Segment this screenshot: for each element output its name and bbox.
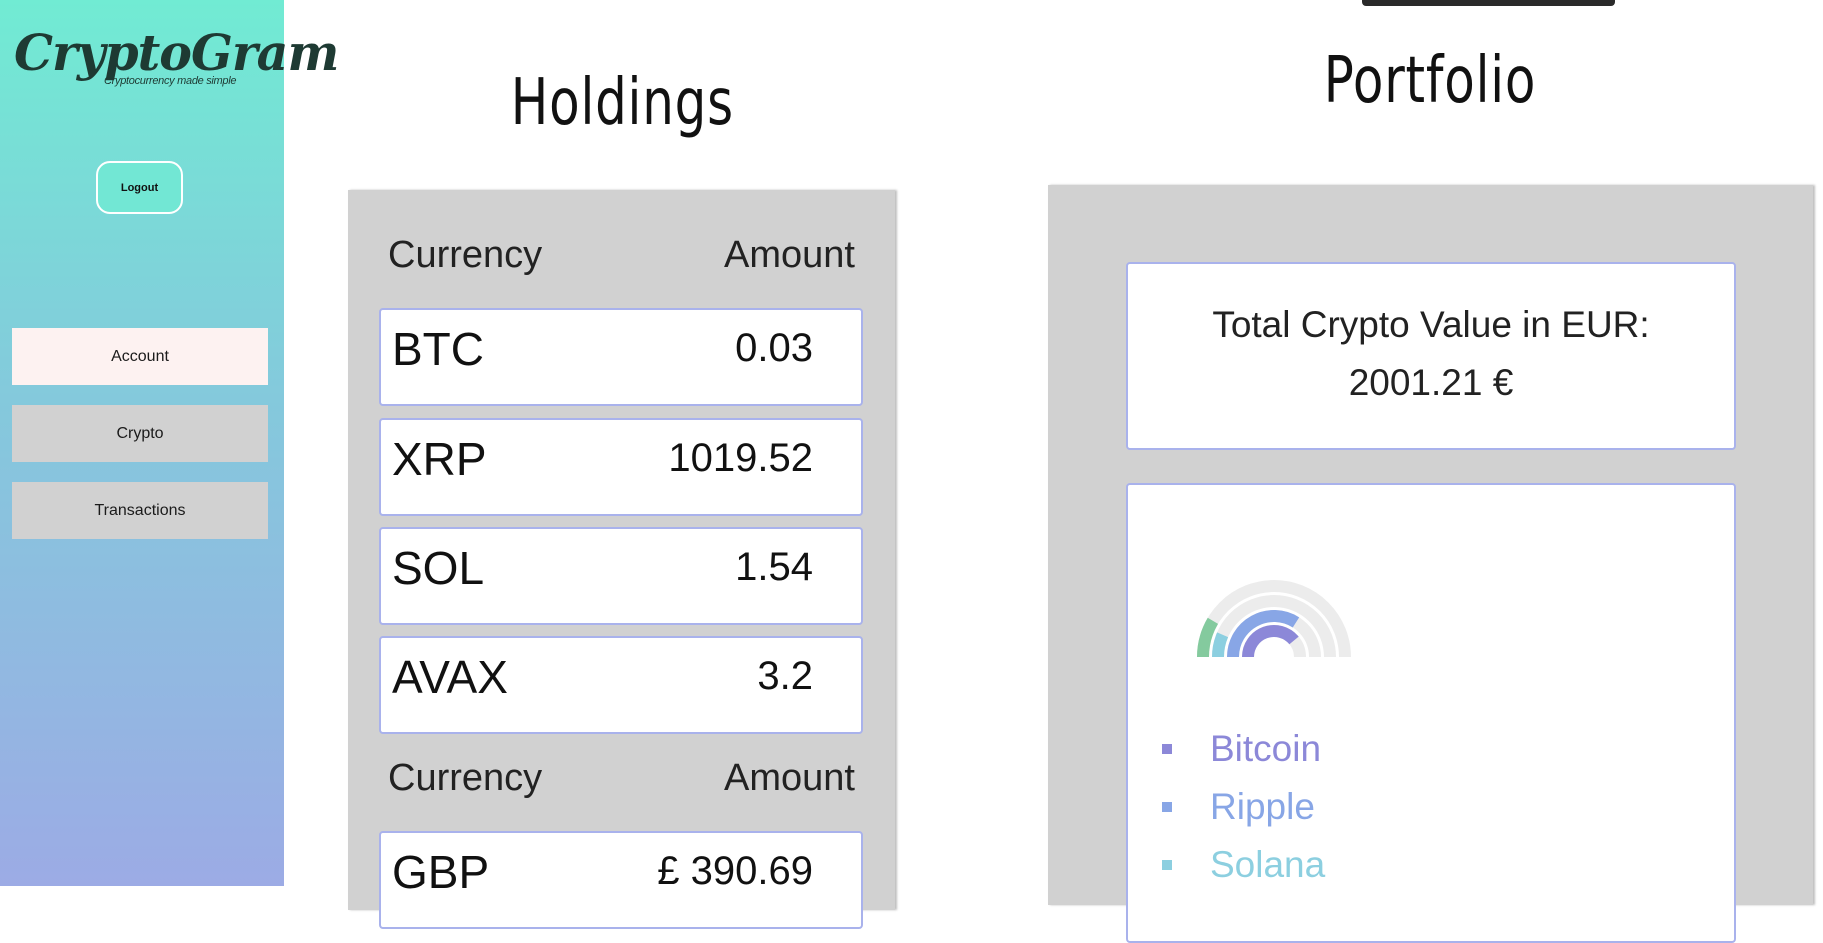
crypto-table-header: Currency Amount (348, 234, 895, 284)
portfolio-radial-chart[interactable] (1164, 545, 1384, 665)
column-header-amount: Amount (724, 757, 855, 799)
portfolio-chart-card: Bitcoin Ripple Solana (1126, 483, 1736, 943)
holding-amount: 1019.52 (668, 436, 813, 480)
column-header-amount: Amount (724, 234, 855, 276)
holding-amount: 1.54 (735, 545, 813, 589)
legend-item-bitcoin[interactable]: Bitcoin (1162, 720, 1325, 778)
fiat-table-header: Currency Amount (348, 757, 895, 807)
legend-label: Solana (1210, 844, 1326, 885)
legend-item-ripple[interactable]: Ripple (1162, 778, 1325, 836)
legend-marker-icon (1162, 744, 1172, 754)
logout-button[interactable]: Logout (96, 161, 183, 214)
legend-label: Ripple (1210, 786, 1315, 827)
holding-symbol: AVAX (392, 651, 508, 703)
portfolio-panel: Total Crypto Value in EUR: 2001.21 € Bit… (1048, 185, 1813, 943)
ring-arc-bitcoin[interactable] (1242, 625, 1299, 658)
holding-symbol: SOL (392, 542, 485, 594)
legend-marker-icon (1162, 860, 1172, 870)
holdings-title: Holdings (510, 66, 734, 140)
legend-marker-icon (1162, 802, 1172, 812)
sidebar-item-label: Crypto (116, 424, 164, 442)
holding-amount: 3.2 (757, 654, 813, 698)
ring-arc-avalanche[interactable] (1197, 617, 1219, 658)
sidebar-item-crypto[interactable]: Crypto (12, 405, 268, 462)
ring-arc-solana[interactable] (1212, 632, 1229, 658)
total-value-label: Total Crypto Value in EUR: (1212, 304, 1650, 345)
holding-row-avax[interactable]: AVAX 3.2 (379, 636, 863, 734)
total-value-amount: 2001.21 € (1348, 362, 1514, 403)
holding-row-btc[interactable]: BTC 0.03 (379, 308, 863, 406)
sidebar-item-transactions[interactable]: Transactions (12, 482, 268, 539)
logo-title: CryptoGram (14, 23, 339, 82)
holding-row-xrp[interactable]: XRP 1019.52 (379, 418, 863, 516)
column-header-currency: Currency (388, 234, 543, 276)
legend-item-solana[interactable]: Solana (1162, 836, 1325, 894)
sidebar-item-label: Account (111, 347, 169, 365)
holding-amount: 0.03 (735, 326, 813, 370)
holding-symbol: XRP (392, 433, 487, 485)
sidebar: CryptoGram Cryptocurrency made simple Lo… (0, 0, 339, 886)
logo-tagline: Cryptocurrency made simple (104, 75, 237, 87)
holding-symbol: GBP (392, 846, 490, 898)
holdings-panel: Currency Amount BTC 0.03 XRP 1019.52 SOL… (348, 190, 895, 929)
app-logo[interactable]: CryptoGram Cryptocurrency made simple (14, 28, 339, 92)
sidebar-item-label: Transactions (94, 501, 186, 519)
holding-amount: £ 390.69 (657, 849, 813, 893)
legend-label: Bitcoin (1210, 728, 1322, 769)
portfolio-title: Portfolio (1323, 44, 1537, 118)
top-tab-edge[interactable] (1362, 0, 1615, 6)
chart-legend: Bitcoin Ripple Solana (1162, 720, 1325, 894)
holding-symbol: BTC (392, 323, 484, 375)
column-header-currency: Currency (388, 757, 543, 799)
holding-row-sol[interactable]: SOL 1.54 (379, 527, 863, 625)
total-value-card: Total Crypto Value in EUR: 2001.21 € (1126, 262, 1736, 450)
sidebar-item-account[interactable]: Account (12, 328, 268, 385)
holding-row-gbp[interactable]: GBP £ 390.69 (379, 831, 863, 929)
